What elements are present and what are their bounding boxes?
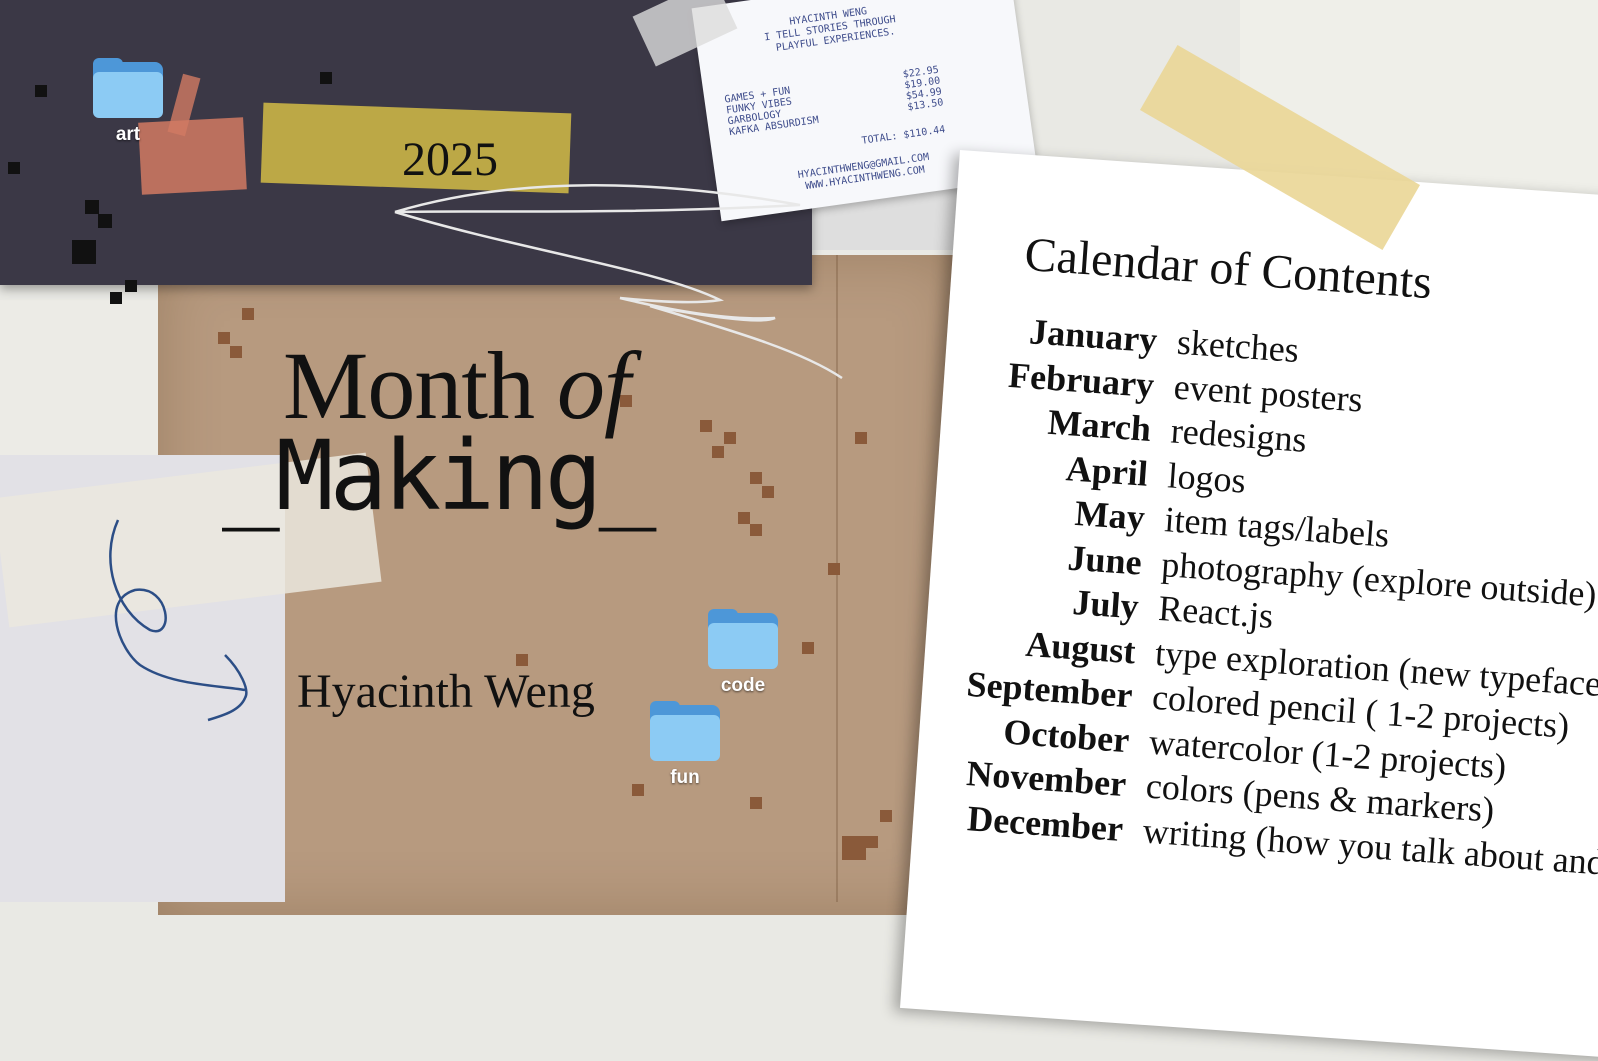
pixel-decoration [738,512,750,524]
receipt-total: TOTAL: $110.44 [861,124,947,147]
pixel-decoration [842,836,866,860]
pixel-decoration [700,420,712,432]
pixel-decoration [828,563,840,575]
author-name: Hyacinth Weng [297,665,595,718]
pixel-decoration [632,784,644,796]
calendar-topic: sketches [1175,321,1301,371]
folder-label: fun [670,767,700,788]
pixel-decoration [218,332,230,344]
folder-code[interactable]: code [708,609,778,697]
folder-icon [93,58,163,118]
folder-fun[interactable]: fun [650,701,720,789]
folder-label: art [115,124,141,145]
folder-icon [708,609,778,669]
calendar-topic: React.js [1157,588,1275,636]
pixel-decoration [866,836,878,848]
pixel-decoration [110,292,122,304]
pixel-decoration [750,797,762,809]
pixel-decoration [85,200,99,214]
pixel-decoration [8,162,20,174]
calendar-topic: logos [1166,454,1248,501]
pixel-decoration [762,486,774,498]
folder-icon [650,701,720,761]
pixel-decoration [750,472,762,484]
pixel-decoration [242,308,254,320]
pixel-decoration [855,432,867,444]
pixel-decoration [724,432,736,444]
kraft-fold-line [836,255,838,902]
folder-art[interactable]: art [93,58,163,146]
pixel-decoration [230,346,242,358]
year-label: 2025 [402,133,498,186]
pixel-decoration [98,214,112,228]
calendar-topic: redesigns [1169,410,1308,460]
calendar-sheet: Calendar of Contents January sketches Febr… [900,150,1598,1061]
pixel-decoration [320,72,332,84]
page-title-line2: _Making_ [222,420,656,532]
pixel-decoration [880,810,892,822]
pixel-decoration [802,642,814,654]
pixel-decoration [35,85,47,97]
pixel-decoration [712,446,724,458]
pixel-decoration [72,240,96,264]
pixel-decoration [750,524,762,536]
pixel-decoration [125,280,137,292]
folder-label: code [720,675,766,696]
